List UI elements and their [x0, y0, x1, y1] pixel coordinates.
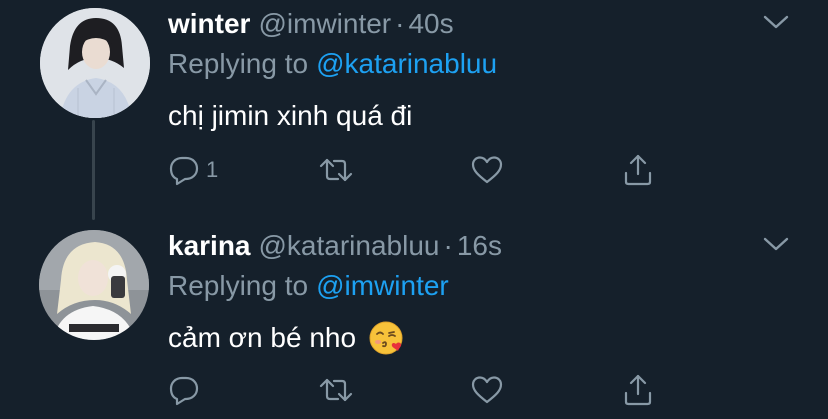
share-icon: [622, 373, 654, 407]
separator-dot: ·: [395, 8, 405, 39]
share-button[interactable]: [622, 372, 654, 408]
tweet-thread: winter @imwinter · 40s Replying to @katarina…: [0, 0, 828, 419]
share-button[interactable]: [622, 152, 654, 188]
reply-button[interactable]: [168, 372, 200, 408]
tweet-text: cảm ơn bé nho: [168, 320, 404, 356]
avatar[interactable]: [40, 8, 150, 118]
display-name[interactable]: winter: [168, 8, 250, 39]
tweet-actions: [168, 372, 688, 408]
replying-to-label: Replying to: [168, 270, 309, 301]
retweet-button[interactable]: [318, 152, 354, 188]
chevron-down-icon[interactable]: [762, 12, 790, 32]
replying-to: Replying to @imwinter: [168, 268, 449, 304]
tweet[interactable]: karina @katarinabluu · 16s Replying to @imwi…: [0, 222, 828, 419]
reply-icon: [168, 374, 200, 406]
avatar[interactable]: [39, 230, 149, 340]
replying-to: Replying to @katarinabluu: [168, 46, 497, 82]
timestamp[interactable]: 16s: [457, 230, 502, 261]
like-icon: [470, 374, 504, 406]
tweet-header: winter @imwinter · 40s: [168, 6, 454, 42]
kissing-face-emoji: [368, 320, 404, 356]
reply-to-link[interactable]: @katarinabluu: [316, 48, 497, 79]
retweet-button[interactable]: [318, 372, 354, 408]
tweet-body: cảm ơn bé nho: [168, 322, 357, 353]
display-name[interactable]: karina: [168, 230, 251, 261]
tweet-actions: 1: [168, 152, 688, 188]
retweet-icon: [318, 154, 354, 186]
tweet-body: chị jimin xinh quá đi: [168, 100, 413, 131]
reply-to-link[interactable]: @imwinter: [316, 270, 449, 301]
separator-dot: ·: [443, 230, 453, 261]
like-button[interactable]: [470, 372, 504, 408]
reply-button[interactable]: 1: [168, 152, 218, 188]
tweet[interactable]: winter @imwinter · 40s Replying to @katarina…: [0, 0, 828, 200]
user-handle[interactable]: @imwinter: [258, 8, 391, 39]
tweet-text: chị jimin xinh quá đi: [168, 98, 412, 134]
user-handle[interactable]: @katarinabluu: [259, 230, 440, 261]
retweet-icon: [318, 374, 354, 406]
timestamp[interactable]: 40s: [408, 8, 453, 39]
replying-to-label: Replying to: [168, 48, 309, 79]
reply-icon: [168, 154, 200, 186]
tweet-header: karina @katarinabluu · 16s: [168, 228, 502, 264]
like-button[interactable]: [470, 152, 504, 188]
share-icon: [622, 153, 654, 187]
reply-count: 1: [206, 157, 219, 182]
like-icon: [470, 154, 504, 186]
chevron-down-icon[interactable]: [762, 234, 790, 254]
